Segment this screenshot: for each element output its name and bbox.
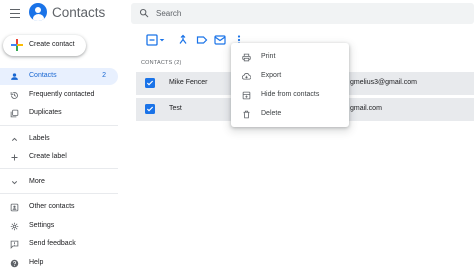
sidebar-item-label: Duplicates (29, 109, 62, 116)
menu-item-label: Hide from contacts (261, 91, 320, 98)
menu-bar (10, 9, 20, 11)
menu-item-label: Delete (261, 110, 282, 117)
menu-item-print[interactable]: Print (231, 48, 349, 66)
sidebar-item-create-label[interactable]: Create label (0, 149, 118, 166)
person-icon (11, 73, 18, 80)
sidebar-item-label: Other contacts (29, 203, 75, 210)
contacts-count: 2 (102, 72, 106, 79)
sidebar-item-label: Settings (29, 222, 55, 229)
merge-icon[interactable] (177, 34, 189, 46)
contact-name: Mike Fencer (169, 79, 208, 86)
trash-icon (243, 110, 250, 119)
sidebar-item-contacts[interactable]: Contacts 2 (0, 68, 118, 85)
sidebar-item-label: Create label (29, 153, 67, 160)
sidebar-item-send-feedback[interactable]: Send feedback (0, 236, 118, 253)
email-icon[interactable] (214, 34, 226, 46)
archive-icon (242, 91, 251, 100)
check-icon (146, 106, 154, 112)
contacts-list-header: CONTACTS (2) (141, 60, 182, 66)
duplicates-icon (10, 109, 19, 118)
history-icon (10, 92, 18, 99)
contact-email: gmail.com (350, 105, 382, 112)
sidebar-divider (0, 193, 118, 194)
colored-plus-icon (11, 39, 23, 51)
gear-icon (10, 222, 19, 231)
caret-down-icon[interactable] (158, 34, 166, 46)
menu-item-label: Export (261, 72, 282, 79)
sidebar-divider (0, 168, 118, 169)
search-bar[interactable] (131, 3, 474, 24)
select-checkbox-icon[interactable] (146, 34, 158, 46)
sidebar-item-other-contacts[interactable]: Other contacts (0, 199, 118, 216)
contact-email: gmelius3@gmail.com (350, 79, 418, 86)
plus-icon (11, 154, 18, 161)
row-checkbox[interactable] (145, 78, 155, 88)
sidebar-item-label: Labels (29, 135, 50, 142)
other-contacts-icon (10, 203, 19, 212)
menu-item-hide-from-contacts[interactable]: Hide from contacts (231, 86, 349, 104)
cloud-download-icon (242, 73, 251, 80)
menu-bar (10, 16, 20, 18)
row-checkbox[interactable] (145, 104, 155, 114)
print-icon (242, 53, 251, 62)
sidebar-item-label: Frequently contacted (29, 91, 95, 98)
sidebar-item-label: Help (29, 259, 44, 266)
sidebar-item-help[interactable]: Help (0, 255, 118, 272)
label-icon[interactable] (196, 34, 208, 46)
menu-bar (10, 12, 20, 15)
menu-item-label: Print (261, 53, 276, 60)
sidebar-item-frequently-contacted[interactable]: Frequently contacted (0, 87, 118, 104)
create-contact-label: Create contact (29, 41, 75, 48)
main-menu-button[interactable] (10, 9, 20, 18)
chevron-up-icon (11, 137, 18, 141)
app-title: Contacts (52, 5, 106, 20)
sidebar-item-label: Contacts (29, 72, 57, 79)
sidebar-item-label: Send feedback (29, 240, 76, 247)
search-icon (139, 8, 149, 18)
chevron-down-icon (11, 181, 18, 185)
search-input[interactable] (156, 6, 456, 21)
contacts-logo-icon (29, 3, 47, 21)
menu-item-export[interactable]: Export (231, 67, 349, 85)
sidebar-divider (0, 125, 118, 126)
check-icon (146, 80, 154, 86)
feedback-icon (10, 240, 19, 249)
sidebar-item-duplicates[interactable]: Duplicates (0, 105, 118, 122)
help-icon (10, 259, 19, 268)
contact-name: Test (169, 105, 182, 112)
create-contact-button[interactable]: Create contact (3, 35, 86, 56)
more-actions-menu: Print Export Hide from contacts Delete (231, 43, 349, 127)
sidebar-item-settings[interactable]: Settings (0, 218, 118, 235)
menu-item-delete[interactable]: Delete (231, 105, 349, 123)
sidebar-item-label: More (29, 178, 45, 185)
sidebar-item-labels[interactable]: Labels (0, 131, 118, 148)
sidebar-item-more[interactable]: More (0, 174, 118, 191)
